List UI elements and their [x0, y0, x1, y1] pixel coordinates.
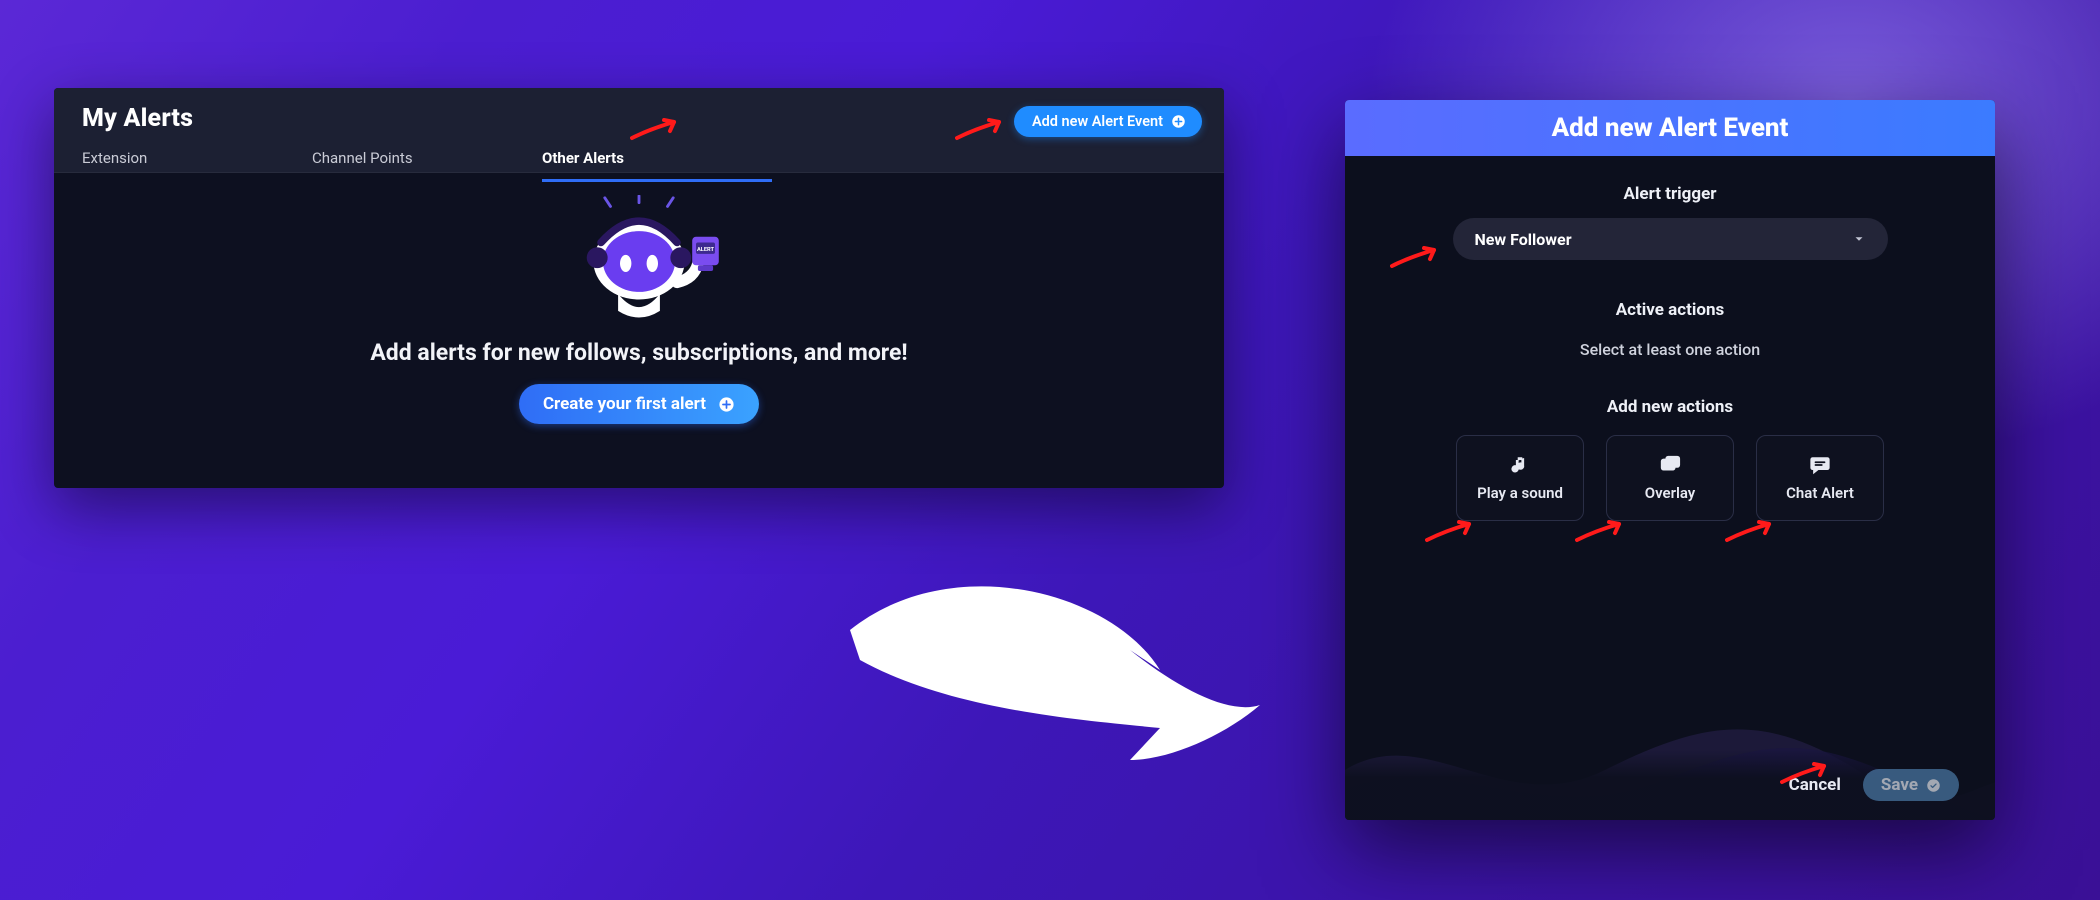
annotation-arrow-icon	[1575, 520, 1629, 544]
mascot-illustration: ALERT	[544, 195, 734, 325]
action-chat-alert[interactable]: Chat Alert	[1756, 435, 1884, 521]
modal-body: Alert trigger New Follower Active action…	[1345, 156, 1995, 521]
active-actions-sub: Select at least one action	[1580, 340, 1760, 359]
annotation-arrow-icon	[630, 118, 684, 142]
overlay-icon	[1659, 454, 1681, 476]
flow-arrow-illustration	[830, 560, 1270, 780]
create-first-alert-button[interactable]: Create your first alert	[519, 384, 759, 424]
annotation-arrow-icon	[1780, 762, 1834, 786]
music-note-icon	[1509, 454, 1531, 476]
annotation-arrow-icon	[1425, 520, 1479, 544]
save-button[interactable]: Save	[1863, 769, 1959, 801]
tab-other-alerts[interactable]: Other Alerts	[542, 143, 772, 182]
action-cards: Play a sound Overlay Chat Alert	[1456, 435, 1884, 521]
annotation-arrow-icon	[955, 118, 1009, 142]
annotation-arrow-icon	[1725, 520, 1779, 544]
action-play-sound[interactable]: Play a sound	[1456, 435, 1584, 521]
modal-footer: Cancel Save	[1345, 750, 1995, 820]
alert-trigger-select[interactable]: New Follower	[1453, 218, 1888, 260]
active-actions-label: Active actions	[1616, 300, 1725, 320]
annotation-arrow-icon	[1390, 246, 1444, 270]
action-play-sound-label: Play a sound	[1477, 484, 1563, 502]
save-button-label: Save	[1881, 775, 1918, 795]
add-alert-event-button[interactable]: Add new Alert Event	[1014, 106, 1202, 137]
alerts-empty-state: ALERT Add alerts for new follows, subscr…	[54, 173, 1224, 488]
chevron-down-icon	[1852, 232, 1866, 246]
action-overlay[interactable]: Overlay	[1606, 435, 1734, 521]
empty-state-heading: Add alerts for new follows, subscription…	[370, 339, 907, 366]
action-chat-alert-label: Chat Alert	[1786, 484, 1854, 502]
chat-icon	[1809, 454, 1831, 476]
check-circle-icon	[1926, 778, 1941, 793]
add-new-actions-label: Add new actions	[1607, 397, 1733, 417]
add-alert-event-modal: Add new Alert Event Alert trigger New Fo…	[1345, 100, 1995, 820]
tab-underline	[54, 172, 1224, 173]
create-first-alert-label: Create your first alert	[543, 394, 706, 414]
plus-circle-icon	[1171, 114, 1186, 129]
svg-text:ALERT: ALERT	[697, 247, 715, 253]
plus-circle-icon	[718, 396, 735, 413]
tab-extension[interactable]: Extension	[82, 143, 312, 182]
action-overlay-label: Overlay	[1645, 484, 1696, 502]
alert-trigger-label: Alert trigger	[1623, 184, 1716, 204]
tab-channel-points[interactable]: Channel Points	[312, 143, 542, 182]
add-alert-event-label: Add new Alert Event	[1032, 113, 1163, 130]
alert-trigger-value: New Follower	[1475, 230, 1572, 249]
my-alerts-panel: My Alerts Extension Channel Points Other…	[54, 88, 1224, 488]
alerts-tabs: Extension Channel Points Other Alerts	[82, 143, 1196, 182]
modal-title: Add new Alert Event	[1345, 100, 1995, 156]
